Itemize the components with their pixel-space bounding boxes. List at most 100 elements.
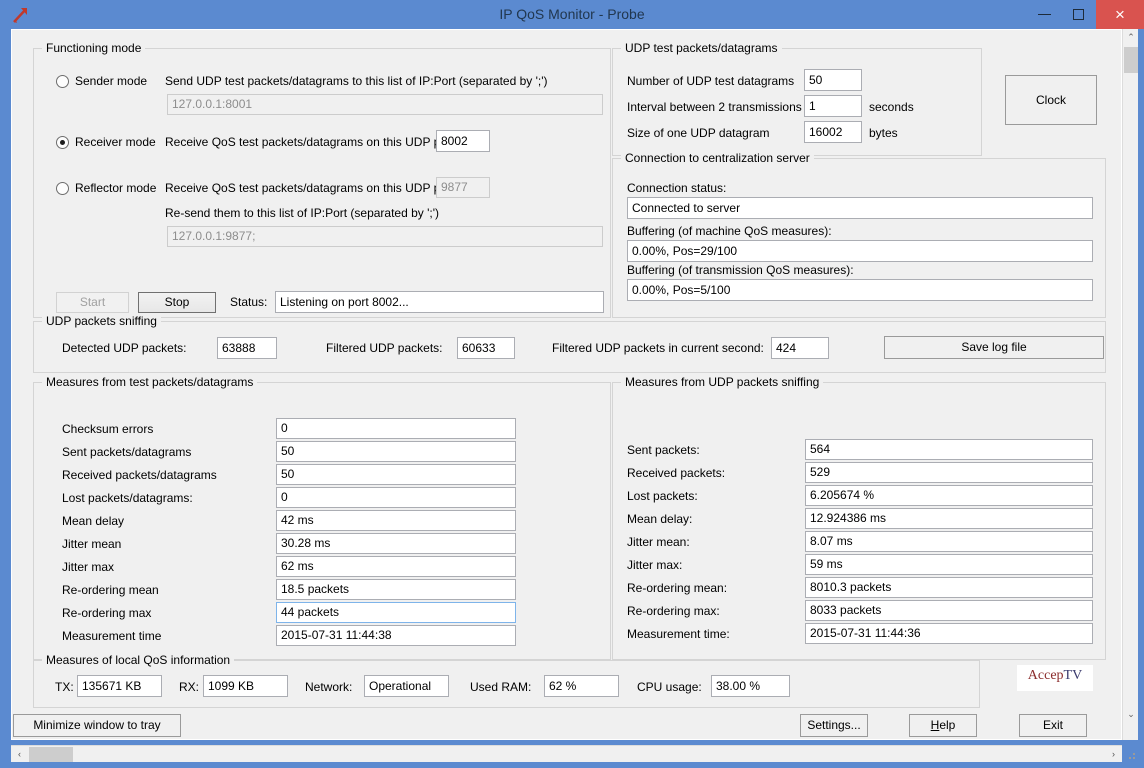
sender-mode-description: Send UDP test packets/datagrams to this … — [165, 74, 548, 89]
horizontal-scrollbar[interactable]: ‹ › — [11, 745, 1122, 762]
help-button[interactable]: Help — [909, 714, 977, 737]
measure-test-field-0: 0 — [276, 418, 516, 439]
measure-test-field-4: 42 ms — [276, 510, 516, 531]
tx-field: 135671 KB — [77, 675, 162, 697]
measure-sniff-field-7: 8033 packets — [805, 600, 1093, 621]
number-of-datagrams-input[interactable]: 50 — [804, 69, 862, 91]
filtered-packets-field: 60633 — [457, 337, 515, 359]
measures-sniffing-title: Measures from UDP packets sniffing — [621, 375, 823, 389]
clock-button[interactable]: Clock — [1005, 75, 1097, 125]
scroll-up-icon[interactable]: ⌃ — [1123, 29, 1139, 46]
label-receiver-mode: Receiver mode — [75, 135, 156, 150]
measure-sniff-label-3: Mean delay: — [627, 512, 692, 527]
status-value-field: Listening on port 8002... — [275, 291, 604, 313]
filtered-current-second-label: Filtered UDP packets in current second: — [552, 341, 764, 356]
label-reflector-mode: Reflector mode — [75, 181, 156, 196]
local-qos-title: Measures of local QoS information — [42, 653, 234, 667]
reflector-udp-port-input[interactable]: 9877 — [436, 177, 490, 198]
sender-ip-port-list-input[interactable]: 127.0.0.1:8001 — [167, 94, 603, 115]
radio-sender-mode[interactable] — [56, 75, 69, 88]
measure-test-label-5: Jitter mean — [62, 537, 121, 552]
measure-test-label-9: Measurement time — [62, 629, 161, 644]
radio-receiver-mode[interactable] — [56, 136, 69, 149]
filtered-packets-label: Filtered UDP packets: — [326, 341, 443, 356]
measures-test-packets-title: Measures from test packets/datagrams — [42, 375, 257, 389]
measure-sniff-label-8: Measurement time: — [627, 627, 730, 642]
minimize-to-tray-button[interactable]: Minimize window to tray — [13, 714, 181, 737]
measure-sniff-label-1: Received packets: — [627, 466, 725, 481]
measure-sniff-field-8: 2015-07-31 11:44:36 — [805, 623, 1093, 644]
scroll-left-icon[interactable]: ‹ — [11, 746, 28, 763]
measure-test-label-7: Re-ordering mean — [62, 583, 159, 598]
datagram-size-input[interactable]: 16002 — [804, 121, 862, 143]
start-button[interactable]: Start — [56, 292, 129, 313]
measure-sniff-field-1: 529 — [805, 462, 1093, 483]
measure-sniff-field-6: 8010.3 packets — [805, 577, 1093, 598]
measure-test-field-3: 0 — [276, 487, 516, 508]
minimize-window-button[interactable] — [1027, 0, 1061, 29]
interval-input[interactable]: 1 — [804, 95, 862, 117]
connection-status-label: Connection status: — [627, 181, 726, 196]
buffering-machine-field: 0.00%, Pos=29/100 — [627, 240, 1093, 262]
measure-sniff-label-4: Jitter mean: — [627, 535, 690, 550]
vertical-scrollbar-thumb[interactable] — [1124, 47, 1138, 73]
udp-packets-sniffing-title: UDP packets sniffing — [42, 314, 161, 328]
radio-reflector-mode[interactable] — [56, 182, 69, 195]
reflector-resend-list-input[interactable]: 127.0.0.1:9877; — [167, 226, 603, 247]
scroll-right-icon[interactable]: › — [1105, 746, 1122, 763]
measure-test-field-6: 62 ms — [276, 556, 516, 577]
measure-sniff-label-7: Re-ordering max: — [627, 604, 720, 619]
application-window: IP QoS Monitor - Probe × Functioning mod… — [0, 0, 1144, 768]
scroll-down-icon[interactable]: ⌄ — [1123, 706, 1139, 723]
status-label: Status: — [230, 295, 267, 310]
save-log-file-button[interactable]: Save log file — [884, 336, 1104, 359]
cpu-usage-label: CPU usage: — [637, 680, 702, 695]
stop-button[interactable]: Stop — [138, 292, 216, 313]
vertical-scrollbar[interactable]: ⌃ ⌄ — [1122, 29, 1138, 740]
used-ram-label: Used RAM: — [470, 680, 531, 695]
measure-test-label-4: Mean delay — [62, 514, 124, 529]
measure-sniff-label-6: Re-ordering mean: — [627, 581, 727, 596]
horizontal-scrollbar-thumb[interactable] — [29, 747, 73, 762]
buffering-transmission-field: 0.00%, Pos=5/100 — [627, 279, 1093, 301]
measure-test-label-1: Sent packets/datagrams — [62, 445, 191, 460]
title-bar[interactable]: IP QoS Monitor - Probe × — [0, 0, 1144, 29]
measure-sniff-field-0: 564 — [805, 439, 1093, 460]
measure-sniff-field-4: 8.07 ms — [805, 531, 1093, 552]
client-area: Functioning mode Sender mode Send UDP te… — [11, 29, 1122, 740]
settings-button[interactable]: Settings... — [800, 714, 868, 737]
window-title: IP QoS Monitor - Probe — [0, 0, 1144, 29]
maximize-window-button[interactable] — [1061, 0, 1095, 29]
interval-unit-label: seconds — [869, 100, 914, 115]
receiver-udp-port-input[interactable]: 8002 — [436, 130, 490, 152]
measure-sniff-field-2: 6.205674 % — [805, 485, 1093, 506]
functioning-mode-group: Functioning mode Sender mode Send UDP te… — [33, 48, 611, 318]
local-qos-group: Measures of local QoS information TX: 13… — [33, 660, 980, 708]
buffering-machine-label: Buffering (of machine QoS measures): — [627, 224, 832, 239]
label-sender-mode: Sender mode — [75, 74, 147, 89]
udp-test-row-label-2: Size of one UDP datagram — [627, 126, 770, 141]
measure-sniff-field-5: 59 ms — [805, 554, 1093, 575]
udp-packets-sniffing-group: UDP packets sniffing Detected UDP packet… — [33, 321, 1106, 373]
rx-label: RX: — [179, 680, 199, 695]
detected-packets-field: 63888 — [217, 337, 277, 359]
measures-sniffing-group: Measures from UDP packets sniffing Sent … — [612, 382, 1106, 660]
measure-test-label-3: Lost packets/datagrams: — [62, 491, 193, 506]
connection-server-group: Connection to centralization server Conn… — [612, 158, 1106, 318]
tx-label: TX: — [55, 680, 74, 695]
measure-test-field-1: 50 — [276, 441, 516, 462]
measure-test-label-0: Checksum errors — [62, 422, 153, 437]
resize-grip-icon[interactable] — [1125, 749, 1137, 761]
close-window-button[interactable]: × — [1096, 0, 1144, 29]
close-icon: × — [1115, 5, 1125, 24]
measure-sniff-label-2: Lost packets: — [627, 489, 698, 504]
udp-test-row-label-0: Number of UDP test datagrams — [627, 74, 794, 89]
buffering-transmission-label: Buffering (of transmission QoS measures)… — [627, 263, 854, 278]
measure-test-field-9: 2015-07-31 11:44:38 — [276, 625, 516, 646]
connection-server-title: Connection to centralization server — [621, 151, 814, 165]
exit-button[interactable]: Exit — [1019, 714, 1087, 737]
help-label-rest: elp — [939, 718, 955, 732]
udp-test-packets-title: UDP test packets/datagrams — [621, 41, 782, 55]
used-ram-field: 62 % — [544, 675, 619, 697]
datagram-size-unit-label: bytes — [869, 126, 898, 141]
